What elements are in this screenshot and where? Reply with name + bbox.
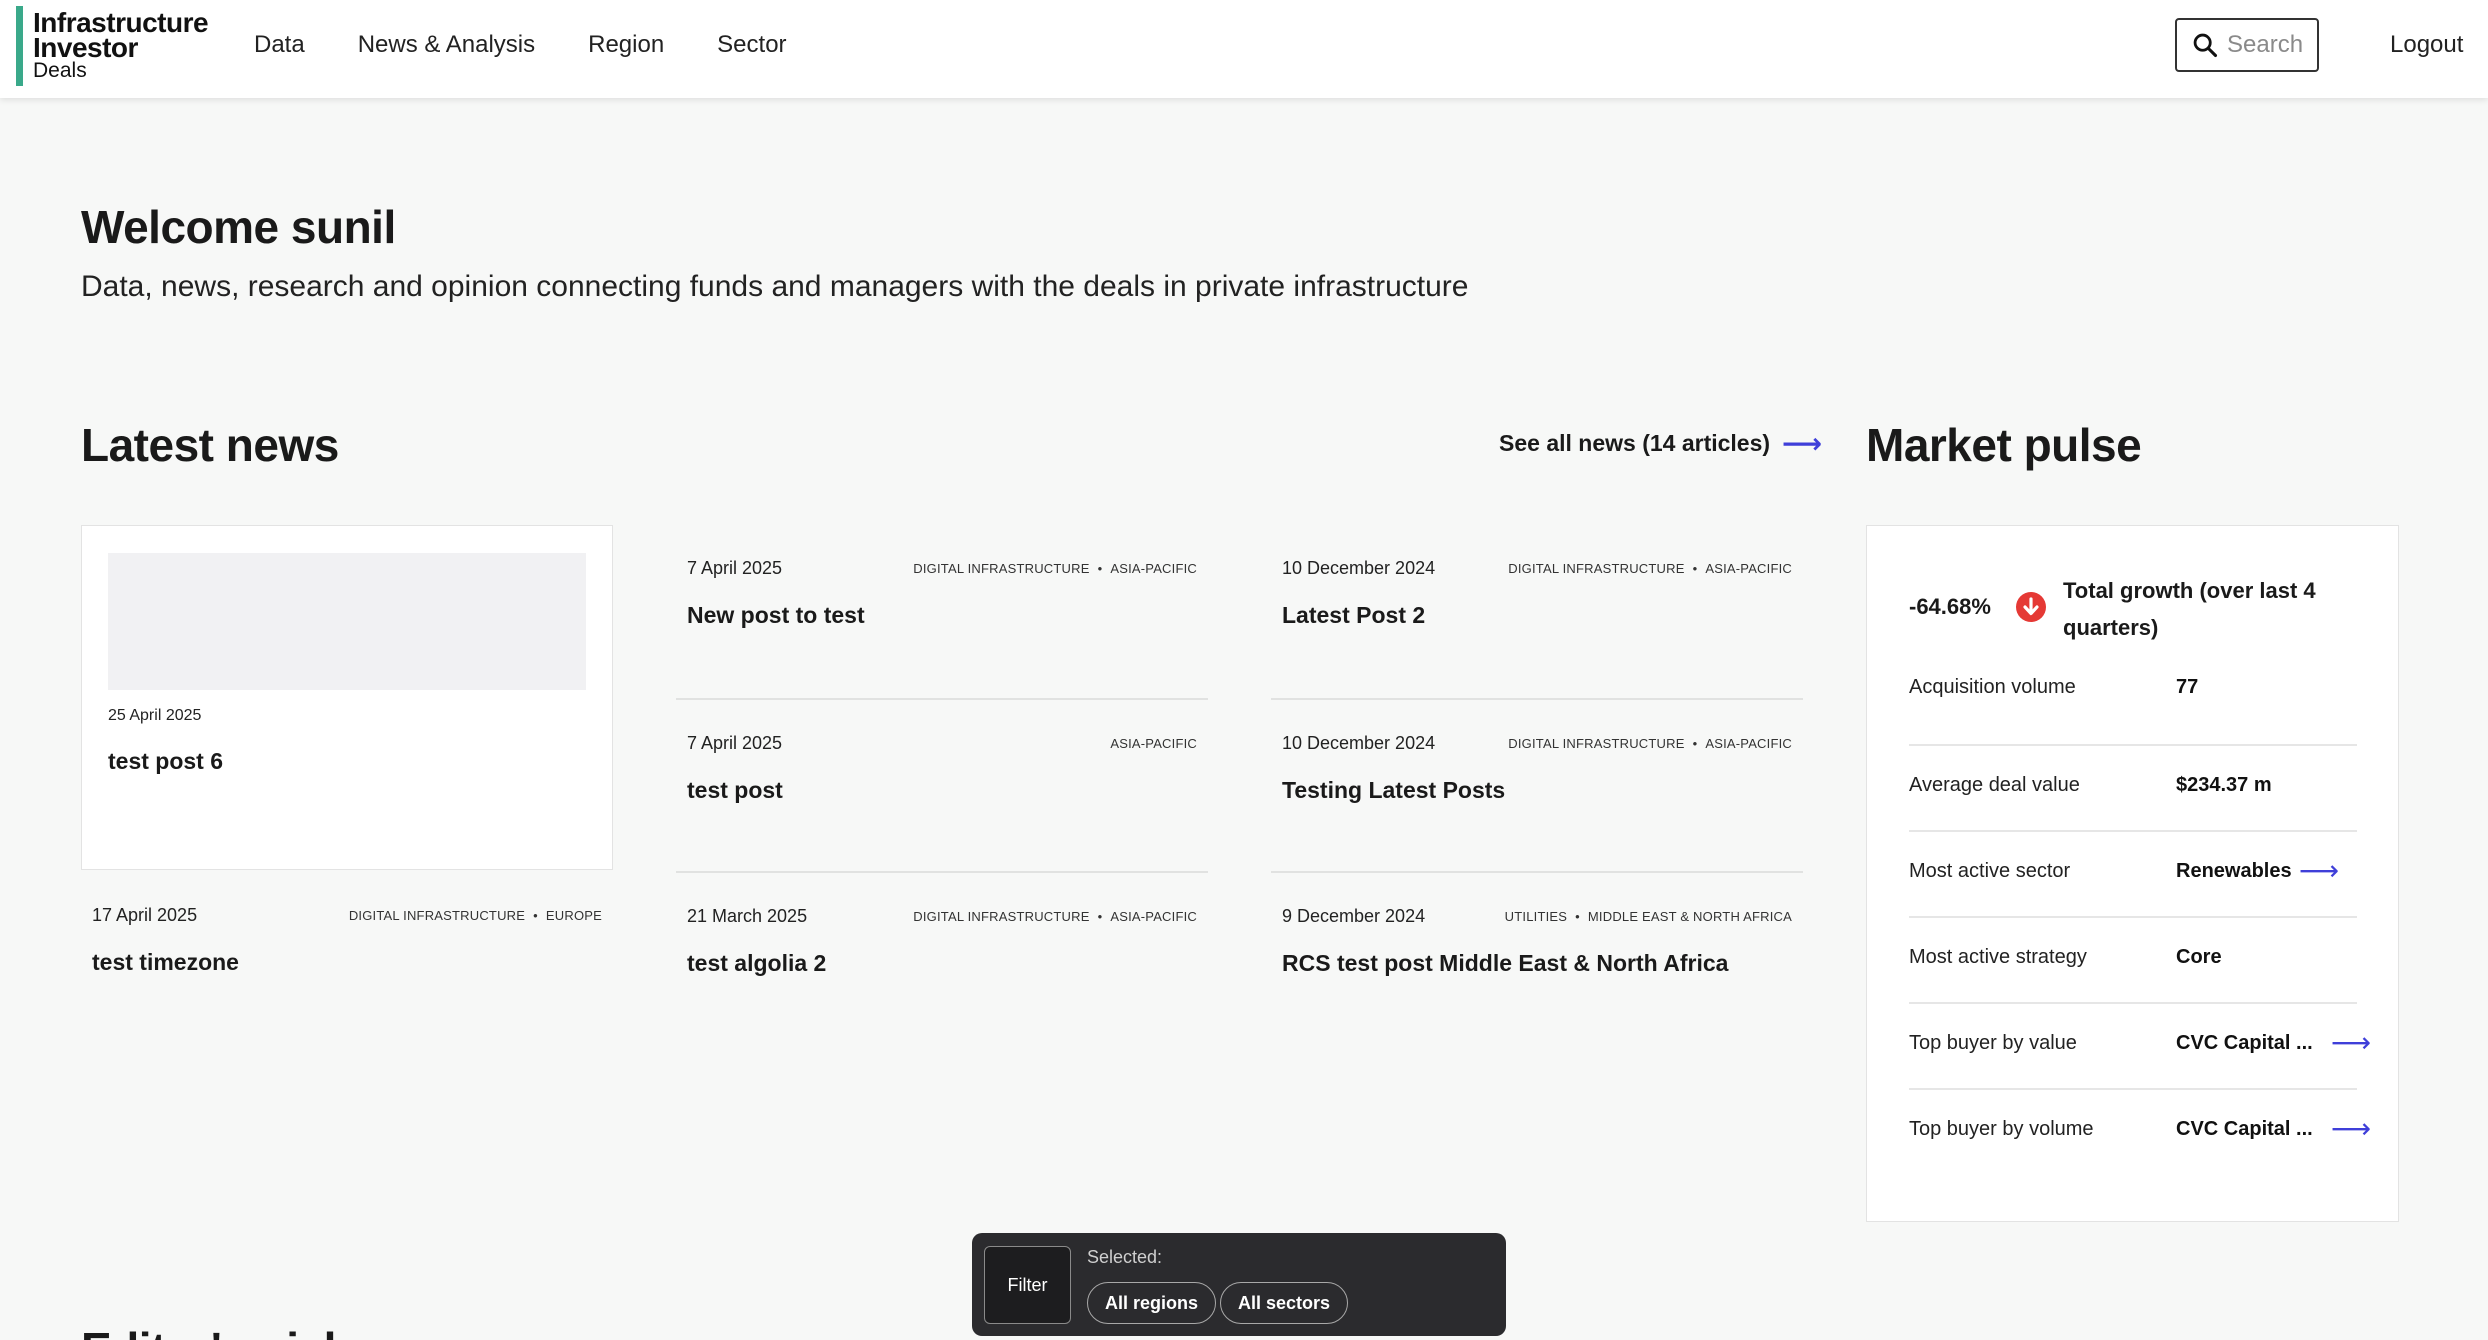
featured-date: 25 April 2025 — [108, 707, 202, 724]
news-date: 17 April 2025 — [92, 905, 198, 925]
news-item[interactable]: 17 April 2025 Digital Infrastructure • Eur… — [81, 905, 613, 975]
welcome-heading: Welcome sunil — [81, 201, 396, 253]
nav-region[interactable]: Region — [588, 28, 664, 62]
search-input[interactable] — [2227, 31, 2313, 59]
nav-data[interactable]: Data — [254, 28, 305, 62]
filter-button[interactable]: Filter — [984, 1246, 1071, 1324]
growth-label: Total growth (over last 4 quarters) — [2063, 578, 2316, 640]
nav-sector[interactable]: Sector — [717, 28, 786, 62]
pulse-label: Average deal value — [1909, 774, 2080, 796]
thumbnail-placeholder — [108, 553, 586, 690]
editors-pick-heading: Editor's pick — [81, 1322, 349, 1340]
news-tags: Digital Infrastructure • Asia-Pacific — [913, 909, 1197, 924]
news-tags: Digital Infrastructure • Asia-Pacific — [1508, 736, 1792, 751]
news-date: 10 December 2024 — [1282, 558, 1436, 578]
pulse-row-top-buyer-value[interactable]: Top buyer by value CVC Capital ... ⟶ — [1909, 1002, 2371, 1088]
pulse-value: Core — [2176, 946, 2222, 968]
logout-link[interactable]: Logout — [2390, 28, 2463, 62]
news-tags: Digital Infrastructure • Asia-Pacific — [1508, 561, 1792, 576]
see-all-news-label: See all news (14 articles) — [1499, 430, 1771, 456]
pulse-label: Most active strategy — [1909, 946, 2087, 968]
news-item[interactable]: 9 December 2024 Utilities • Middle East & … — [1271, 906, 1803, 976]
news-title[interactable]: Latest Post 2 — [1282, 602, 1425, 629]
tagline: Data, news, research and opinion connect… — [81, 270, 1469, 303]
news-date: 10 December 2024 — [1282, 733, 1436, 753]
news-title[interactable]: test timezone — [92, 949, 239, 976]
chip-all-sectors[interactable]: All sectors — [1220, 1282, 1349, 1324]
logo-line-2: Investor — [33, 32, 138, 63]
pulse-row-acquisition-volume: Acquisition volume 77 — [1909, 648, 2357, 734]
pulse-label: Top buyer by value — [1909, 1032, 2077, 1054]
featured-title[interactable]: test post 6 — [108, 748, 223, 775]
pulse-label: Top buyer by volume — [1909, 1118, 2094, 1140]
divider — [676, 871, 1208, 873]
news-item[interactable]: 10 December 2024 Digital Infrastructure •… — [1271, 558, 1803, 628]
pulse-value[interactable]: Renewables — [2176, 860, 2292, 883]
news-date: 7 April 2025 — [687, 558, 783, 578]
pulse-value: $234.37 m — [2176, 774, 2272, 796]
news-item[interactable]: 7 April 2025 Asia-Pacific test post — [676, 733, 1208, 803]
pulse-label: Most active sector — [1909, 860, 2071, 882]
news-tags: Asia-Pacific — [1110, 736, 1197, 751]
search-icon — [2193, 33, 2218, 58]
arrow-right-icon[interactable]: ⟶ — [2331, 1026, 2371, 1059]
selected-label: Selected: — [1087, 1247, 1163, 1267]
divider — [1271, 698, 1803, 700]
featured-news-card[interactable]: 25 April 2025 test post 6 — [81, 525, 613, 870]
arrow-right-icon: ⟶ — [1782, 427, 1823, 459]
market-pulse-heading: Market pulse — [1866, 419, 2142, 471]
news-title[interactable]: New post to test — [687, 602, 865, 629]
pulse-row-top-buyer-volume[interactable]: Top buyer by volume CVC Capital ... ⟶ — [1909, 1088, 2371, 1174]
divider — [1271, 871, 1803, 873]
top-header: Infrastructure Investor Deals Data News … — [0, 0, 2488, 98]
pulse-value: 77 — [2176, 676, 2199, 698]
search-box[interactable] — [2175, 18, 2319, 72]
filter-bar: Filter Selected: All regions All sectors — [972, 1233, 1506, 1336]
arrow-right-icon[interactable]: ⟶ — [2299, 854, 2339, 887]
pulse-value[interactable]: CVC Capital ... — [2176, 1032, 2313, 1055]
news-item[interactable]: 10 December 2024 Digital Infrastructure •… — [1271, 733, 1803, 803]
news-title[interactable]: test post — [687, 777, 783, 804]
divider — [676, 698, 1208, 700]
pulse-value[interactable]: CVC Capital ... — [2176, 1118, 2313, 1141]
arrow-right-icon[interactable]: ⟶ — [2331, 1112, 2371, 1145]
news-item[interactable]: 7 April 2025 Digital Infrastructure • Asia… — [676, 558, 1208, 628]
pulse-row-most-active-strategy: Most active strategy Core — [1909, 916, 2357, 1002]
arrow-down-circle-icon — [2016, 592, 2046, 622]
market-pulse-card: -64.68% Total growth (over last 4 quarte… — [1866, 525, 2399, 1222]
news-title[interactable]: Testing Latest Posts — [1282, 777, 1505, 804]
pulse-row-average-deal-value: Average deal value $234.37 m — [1909, 744, 2357, 830]
pulse-row-most-active-sector[interactable]: Most active sector Renewables ⟶ — [1909, 830, 2357, 916]
see-all-news-link[interactable]: See all news (14 articles) ⟶ — [1499, 427, 1823, 459]
news-date: 9 December 2024 — [1282, 906, 1426, 926]
news-item[interactable]: 21 March 2025 Digital Infrastructure • Asi… — [676, 906, 1208, 976]
main-nav: Data News & Analysis Region Sector — [254, 28, 840, 62]
growth-value: -64.68% — [1909, 594, 1991, 619]
news-tags: Utilities • Middle East & North Africa — [1504, 909, 1792, 924]
nav-news-analysis[interactable]: News & Analysis — [358, 28, 535, 62]
news-tags: Digital Infrastructure • Europe — [348, 908, 602, 923]
latest-news-heading: Latest news — [81, 419, 339, 471]
pulse-label: Acquisition volume — [1909, 676, 2076, 698]
news-title[interactable]: test algolia 2 — [687, 950, 826, 977]
site-logo[interactable]: Infrastructure Investor Deals — [16, 6, 209, 86]
news-title[interactable]: RCS test post Middle East & North Africa — [1282, 950, 1728, 977]
chip-all-regions[interactable]: All regions — [1087, 1282, 1217, 1324]
news-date: 21 March 2025 — [687, 906, 808, 926]
logo-line-3: Deals — [33, 59, 87, 82]
news-date: 7 April 2025 — [687, 733, 783, 753]
news-tags: Digital Infrastructure • Asia-Pacific — [913, 561, 1197, 576]
